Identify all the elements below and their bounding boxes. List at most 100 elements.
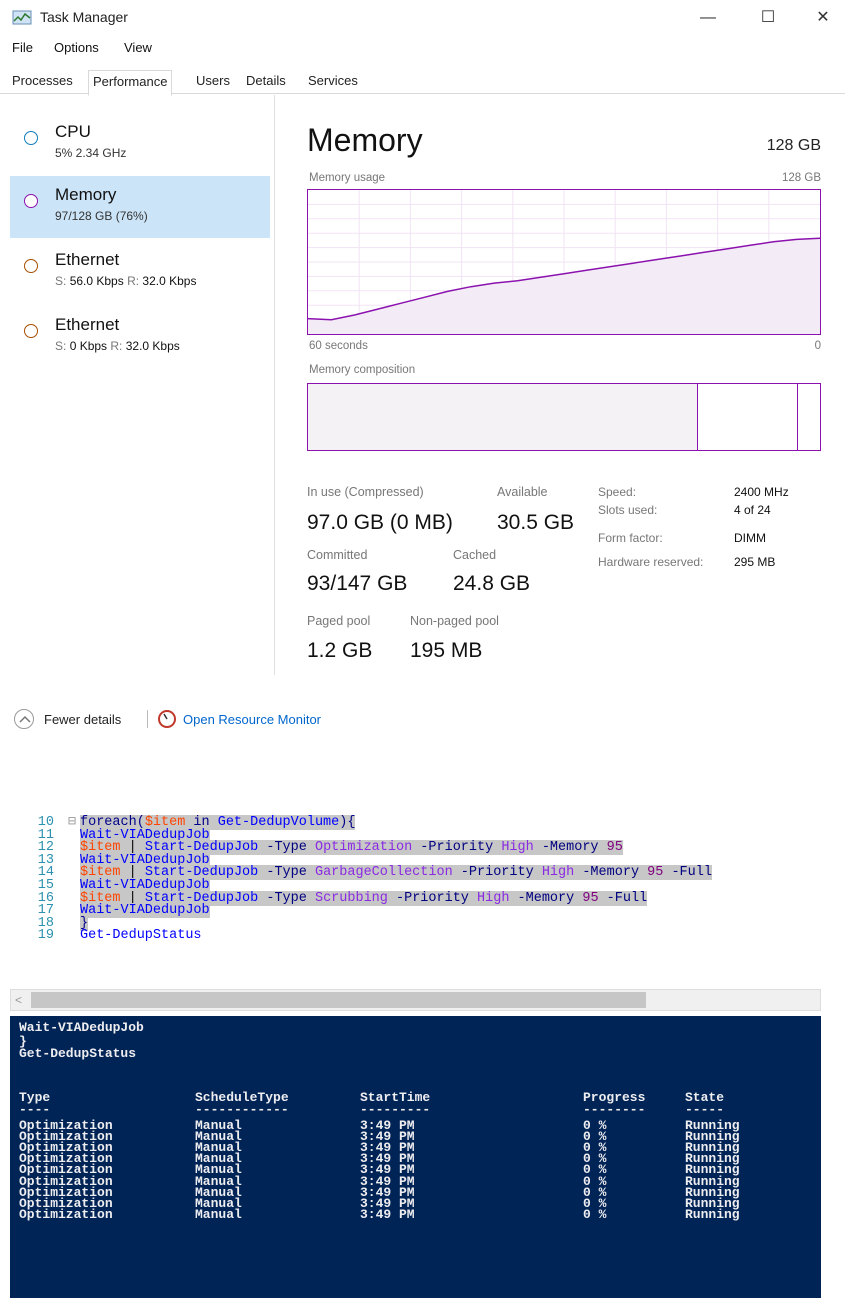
send-value: 56.0 Kbps — [69, 274, 124, 288]
memory-usage-chart — [308, 190, 820, 334]
tab-processes[interactable]: Processes — [8, 70, 77, 94]
fewer-details-button[interactable]: Fewer details — [44, 712, 121, 727]
code-text: Get-DedupStatus — [80, 928, 202, 944]
console-cell: 0 % — [583, 1206, 607, 1222]
resource-ethernet-1[interactable]: Ethernet S: 56.0 Kbps R: 32.0 Kbps — [10, 241, 270, 303]
console-header-underline: -------- — [583, 1102, 646, 1117]
code-token: -Priority — [412, 840, 502, 856]
code-token: -Type — [258, 890, 315, 906]
paged-pool-value: 1.2 GB — [307, 639, 373, 662]
code-token: High — [501, 840, 534, 856]
graph-time-right: 0 — [814, 340, 821, 352]
resource-name: Memory — [55, 185, 117, 204]
composition-in-use — [308, 384, 698, 450]
code-token: -Full — [663, 865, 712, 881]
resource-detail: 97/128 GB (76%) — [55, 209, 148, 223]
cached-label: Cached — [453, 548, 497, 562]
send-label: S: — [55, 274, 67, 288]
console-echo-line: Wait-VIADedupJob — [19, 1020, 144, 1035]
script-editor[interactable]: 10 ⊟ foreach($item in Get-DedupVolume){11 W… — [0, 770, 845, 950]
tab-performance[interactable]: Performance — [88, 70, 173, 96]
resource-cpu[interactable]: CPU 5% 2.34 GHz — [10, 113, 270, 175]
graph-time-left: 60 seconds — [309, 340, 368, 352]
close-button[interactable]: ✕ — [808, 4, 838, 32]
memory-usage-label: Memory usage — [309, 172, 386, 184]
resource-monitor-icon — [158, 710, 176, 728]
fold-icon[interactable]: ⊟ — [68, 815, 76, 831]
tab-users[interactable]: Users — [192, 70, 234, 94]
tab-details[interactable]: Details — [242, 70, 290, 94]
code-token: -Memory — [509, 890, 583, 906]
footer-divider — [147, 710, 148, 728]
menu-view[interactable]: View — [124, 40, 152, 55]
console-header-underline: ---- — [19, 1102, 51, 1117]
resource-list: CPU 5% 2.34 GHz Memory 97/128 GB (76%) E… — [0, 95, 275, 675]
scrollbar-thumb[interactable] — [31, 992, 646, 1008]
code-token: -Priority — [387, 890, 478, 906]
recv-value: 32.0 Kbps — [125, 339, 180, 353]
menu-options[interactable]: Options — [54, 40, 99, 55]
console-cell: Running — [685, 1206, 740, 1222]
cached-value: 24.8 GB — [453, 572, 531, 595]
maximize-button[interactable]: ☐ — [753, 4, 783, 32]
chevron-up-icon[interactable] — [14, 709, 34, 729]
code-token: High — [477, 890, 510, 906]
hardware-reserved-label: Hardware reserved: — [598, 555, 704, 569]
code-token: -Memory — [533, 840, 607, 856]
in-use-label: In use (Compressed) — [307, 485, 424, 499]
speed-label: Speed: — [598, 485, 637, 499]
memory-usage-max: 128 GB — [782, 172, 821, 184]
resource-detail: S: 56.0 Kbps R: 32.0 Kbps — [55, 274, 196, 288]
code-token: 95 — [606, 840, 623, 856]
resource-ethernet-2[interactable]: Ethernet S: 0 Kbps R: 32.0 Kbps — [10, 306, 270, 368]
composition-divider — [797, 384, 798, 450]
console-cell: Manual — [195, 1206, 242, 1222]
memory-usage-graph — [307, 189, 821, 335]
code-token: -Priority — [452, 865, 542, 881]
code-token: Optimization — [314, 840, 413, 856]
hardware-reserved-value: 295 MB — [734, 555, 776, 569]
tab-strip: Processes Performance Users Details Serv… — [0, 68, 845, 96]
committed-label: Committed — [307, 548, 368, 562]
ethernet-indicator-icon — [24, 259, 38, 273]
resource-name: CPU — [55, 122, 91, 141]
console-header-underline: --------- — [360, 1102, 431, 1117]
code-token: 95 — [647, 865, 664, 881]
scroll-left-icon[interactable]: < — [15, 993, 22, 1007]
console-cell: Optimization — [19, 1206, 113, 1222]
powershell-console[interactable]: Wait-VIADedupJob } Get-DedupStatus Type S… — [10, 1016, 821, 1298]
console-cell: 3:49 PM — [360, 1206, 415, 1222]
code-token: 95 — [582, 890, 599, 906]
line-number: 19 — [37, 928, 54, 944]
available-value: 30.5 GB — [497, 511, 575, 534]
send-value: 0 Kbps — [69, 339, 108, 353]
window-title: Task Manager — [40, 9, 128, 25]
code-token: -Memory — [574, 865, 648, 881]
minimize-button[interactable]: — — [693, 4, 723, 32]
code-token: -Full — [598, 890, 648, 906]
horizontal-scrollbar[interactable]: < — [10, 989, 821, 1011]
memory-composition-bar — [307, 383, 821, 451]
code-text: Wait-VIADedupJob — [80, 903, 210, 919]
code-token: Get-DedupVolume — [217, 815, 340, 830]
resource-memory[interactable]: Memory 97/128 GB (76%) — [10, 176, 270, 238]
menu-file[interactable]: File — [12, 40, 33, 55]
recv-label: R: — [110, 339, 123, 353]
title-bar: Task Manager — ☐ ✕ — [0, 0, 845, 36]
open-resource-monitor-link[interactable]: Open Resource Monitor — [183, 712, 321, 727]
memory-composition-label: Memory composition — [309, 364, 416, 376]
paged-pool-label: Paged pool — [307, 614, 371, 628]
tab-services[interactable]: Services — [304, 70, 362, 94]
code-token: ){ — [339, 815, 356, 830]
code-token: -Type — [258, 865, 315, 881]
form-factor-label: Form factor: — [598, 531, 663, 545]
slots-value: 4 of 24 — [734, 503, 771, 517]
resource-name: Ethernet — [55, 250, 120, 269]
send-label: S: — [55, 339, 67, 353]
nonpaged-pool-value: 195 MB — [410, 639, 483, 662]
console-header-underline: ------------ — [195, 1102, 289, 1117]
in-use-value: 97.0 GB (0 MB) — [307, 511, 453, 534]
speed-value: 2400 MHz — [734, 485, 789, 499]
page-title: Memory — [307, 122, 423, 158]
task-manager-icon — [12, 10, 32, 25]
